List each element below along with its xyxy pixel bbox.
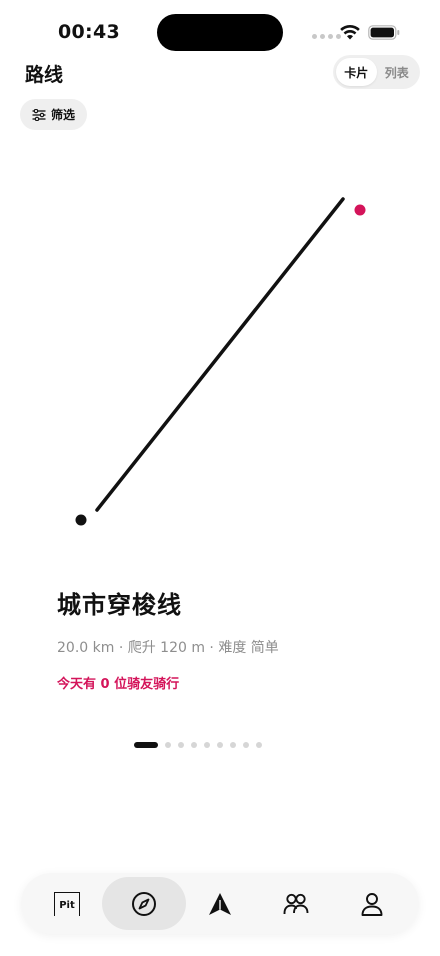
page-dot (230, 742, 236, 748)
filter-button[interactable]: 筛选 (20, 99, 87, 130)
riders-today: 今天有 0 位骑友骑行 (57, 677, 180, 692)
tab-pit[interactable]: Pit (25, 877, 109, 930)
page-dot (191, 742, 197, 748)
page-dot-active (134, 742, 158, 748)
filter-label: 筛选 (50, 108, 75, 122)
page-dot (204, 742, 210, 748)
route-path (95, 197, 345, 512)
navigation-arrow-icon (209, 892, 231, 915)
page-dot (165, 742, 171, 748)
route-start-marker (75, 514, 87, 526)
pit-icon: Pit (54, 891, 80, 916)
page-dot (217, 742, 223, 748)
person-icon (361, 892, 383, 916)
view-toggle: 卡片 列表 (333, 55, 420, 89)
route-name[interactable]: 城市穿梭线 (57, 585, 182, 620)
cellular-signal-icon (312, 34, 341, 39)
compass-icon (132, 891, 156, 916)
tab-bar: Pit (21, 873, 419, 934)
page-title: 路线 (25, 64, 64, 86)
page-dot (243, 742, 249, 748)
tab-community[interactable] (254, 877, 338, 930)
wifi-icon (340, 24, 360, 40)
sliders-icon (32, 108, 46, 121)
toggle-card-view[interactable]: 卡片 (336, 58, 377, 86)
dynamic-island (157, 14, 283, 51)
page-dot (256, 742, 262, 748)
tab-ride[interactable] (178, 877, 262, 930)
tab-profile[interactable] (330, 877, 414, 930)
route-map (75, 197, 366, 526)
page-dot (178, 742, 184, 748)
route-stats: 20.0 km · 爬升 120 m · 难度 简单 (57, 640, 279, 656)
toggle-list-view[interactable]: 列表 (377, 58, 418, 86)
people-icon (283, 893, 309, 914)
pit-label: Pit (59, 900, 75, 911)
route-end-marker (354, 204, 366, 216)
page-indicator[interactable] (134, 742, 262, 748)
tab-explore[interactable] (102, 877, 186, 930)
battery-icon (368, 25, 400, 40)
status-time: 00:43 (58, 21, 120, 43)
